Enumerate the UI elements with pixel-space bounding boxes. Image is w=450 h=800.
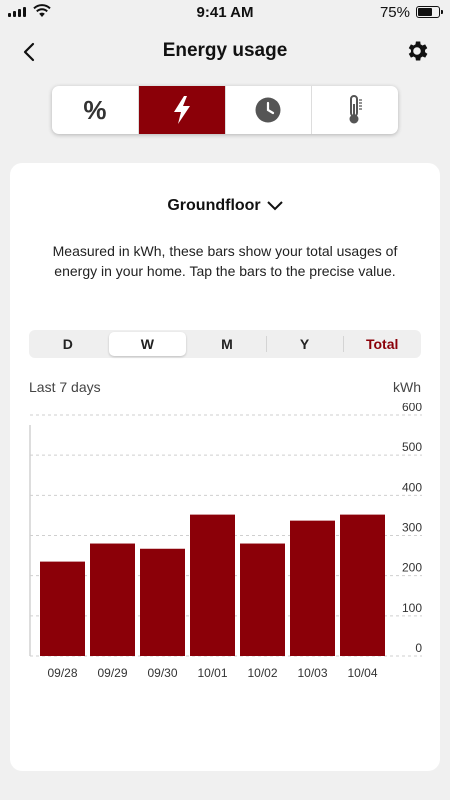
y-tick-label: 500 bbox=[402, 440, 422, 454]
x-tick-label: 09/29 bbox=[97, 666, 127, 680]
bar-09-30[interactable] bbox=[140, 548, 185, 656]
y-tick-label: 0 bbox=[415, 641, 422, 655]
battery-percent: 75% bbox=[379, 4, 410, 21]
y-tick-label: 400 bbox=[402, 480, 422, 494]
y-tick-label: 100 bbox=[402, 601, 422, 615]
clock-icon bbox=[255, 97, 281, 123]
lightning-icon bbox=[173, 96, 190, 124]
battery-icon bbox=[416, 6, 443, 18]
floor-label: Groundfloor bbox=[167, 197, 261, 214]
percent-label: % bbox=[83, 94, 107, 125]
range-week[interactable]: W bbox=[108, 332, 187, 356]
page-title: Energy usage bbox=[162, 40, 288, 61]
bar-10-04[interactable] bbox=[340, 514, 385, 656]
x-tick-label: 10/02 bbox=[247, 666, 277, 680]
x-tick-label: 09/28 bbox=[47, 666, 77, 680]
range-month[interactable]: M bbox=[188, 330, 266, 358]
bar-10-03[interactable] bbox=[290, 520, 335, 656]
y-tick-label: 200 bbox=[402, 561, 422, 575]
period-label: Last 7 days bbox=[29, 379, 101, 395]
range-total[interactable]: Total bbox=[343, 330, 421, 358]
floor-selector[interactable]: Groundfloor bbox=[10, 197, 440, 215]
y-tick-label: 600 bbox=[402, 403, 422, 414]
mode-tab-percent[interactable]: % bbox=[52, 86, 139, 134]
nav-header: Energy usage bbox=[0, 30, 450, 74]
usage-card: Groundfloor Measured in kWh, these bars … bbox=[10, 163, 440, 771]
x-tick-label: 10/03 bbox=[297, 666, 327, 680]
metric-mode-selector: % bbox=[52, 86, 398, 134]
time-range-selector: D W M Y Total bbox=[29, 330, 421, 358]
energy-bar-chart: 0 100 200 300 400 500 600 09/28 09/29 09/30 10/01 1… bbox=[29, 403, 422, 680]
x-tick-label: 10/04 bbox=[347, 666, 377, 680]
mode-tab-energy[interactable] bbox=[138, 86, 226, 134]
x-tick-label: 10/01 bbox=[197, 666, 227, 680]
range-year[interactable]: Y bbox=[265, 330, 344, 358]
bar-09-28[interactable] bbox=[40, 561, 85, 656]
bar-10-02[interactable] bbox=[240, 543, 285, 656]
thermometer-icon bbox=[349, 95, 363, 124]
unit-label: kWh bbox=[393, 379, 421, 395]
status-bar: 9:41 AM 75% bbox=[0, 0, 450, 26]
range-day[interactable]: D bbox=[29, 330, 107, 358]
description-text: Measured in kWh, these bars show your to… bbox=[52, 243, 398, 279]
gear-icon[interactable] bbox=[404, 38, 430, 64]
mode-tab-time[interactable] bbox=[226, 86, 313, 134]
mode-tab-temperature[interactable] bbox=[312, 86, 398, 134]
chevron-down-icon bbox=[266, 201, 283, 211]
x-tick-label: 09/30 bbox=[147, 666, 177, 680]
y-tick-label: 300 bbox=[402, 521, 422, 535]
bar-10-01[interactable] bbox=[190, 514, 235, 656]
bar-09-29[interactable] bbox=[90, 543, 135, 656]
